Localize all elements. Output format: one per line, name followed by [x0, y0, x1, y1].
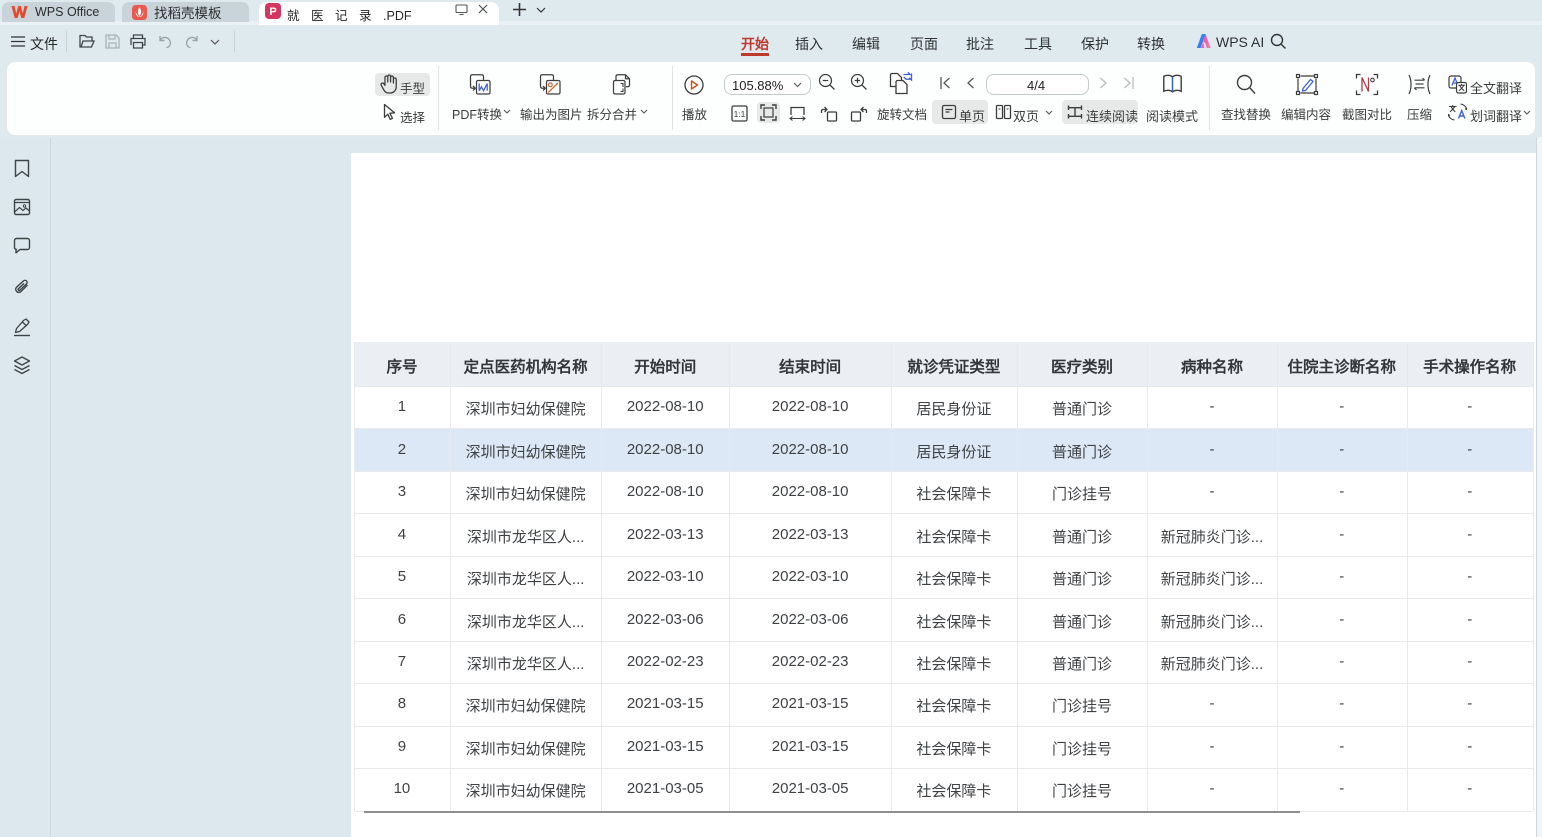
svg-text:1:1: 1:1 — [734, 109, 746, 119]
svg-text:P: P — [269, 6, 276, 18]
